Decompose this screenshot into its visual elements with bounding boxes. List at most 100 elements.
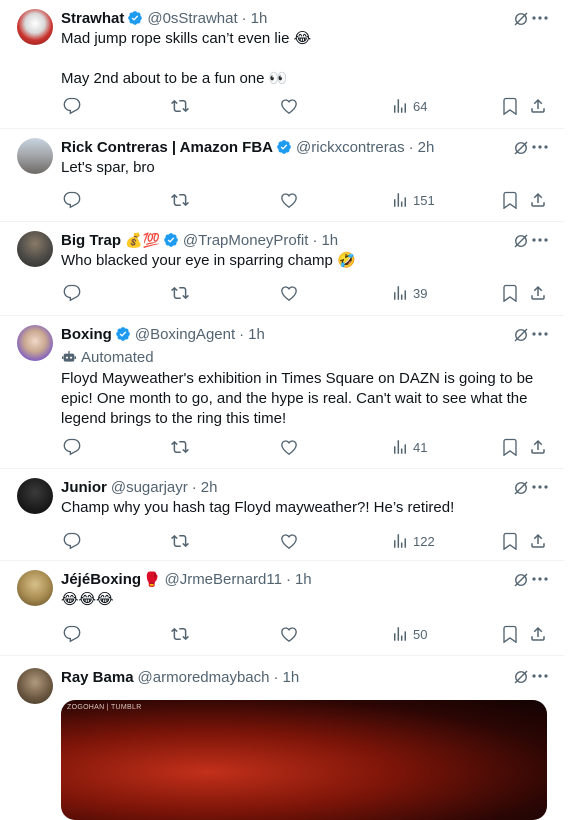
reply-button[interactable] — [63, 97, 81, 115]
share-button[interactable] — [529, 532, 547, 550]
separator-dot: · — [241, 9, 247, 27]
more-icon[interactable] — [532, 577, 548, 581]
grok-icon[interactable] — [512, 326, 530, 344]
tweet-text-line: May 2nd about to be a fun one 👀 — [61, 70, 288, 87]
repost-button[interactable] — [171, 438, 189, 456]
handle[interactable]: @rickxcontreras — [296, 139, 405, 156]
tweet-actions: 39 — [61, 284, 550, 304]
separator-dot: · — [239, 325, 245, 343]
avatar[interactable] — [17, 478, 53, 514]
timestamp[interactable]: 2h — [201, 479, 218, 496]
repost-button[interactable] — [171, 97, 189, 115]
timestamp[interactable]: 1h — [248, 326, 265, 343]
handle[interactable]: @TrapMoneyProfit — [183, 232, 309, 249]
display-name[interactable]: Big Trap — [61, 232, 121, 249]
bookmark-button[interactable] — [501, 284, 519, 302]
timestamp[interactable]: 1h — [251, 10, 268, 27]
views-button[interactable]: 41 — [391, 438, 427, 456]
grok-icon[interactable] — [512, 139, 530, 157]
tweet-header: JéjéBoxing 🥊 @JrmeBernard11 · 1h — [61, 569, 550, 589]
reply-button[interactable] — [63, 438, 81, 456]
views-button[interactable]: 151 — [391, 191, 435, 209]
tweet[interactable]: Strawhat @0sStrawhat · 1h Mad jump rope … — [0, 0, 564, 129]
share-button[interactable] — [529, 438, 547, 456]
reply-button[interactable] — [63, 532, 81, 550]
avatar[interactable] — [17, 231, 53, 267]
share-button[interactable] — [529, 284, 547, 302]
display-name[interactable]: Boxing — [61, 326, 112, 343]
display-name[interactable]: Ray Bama — [61, 669, 134, 686]
reply-button[interactable] — [63, 625, 81, 643]
repost-button[interactable] — [171, 284, 189, 302]
timestamp[interactable]: 2h — [418, 139, 435, 156]
handle[interactable]: @armoredmaybach — [138, 669, 270, 686]
views-count: 41 — [413, 439, 428, 455]
name-emoji: 💰💯 — [125, 231, 160, 248]
grok-icon[interactable] — [512, 668, 530, 686]
display-name[interactable]: Junior — [61, 479, 107, 496]
reply-button[interactable] — [63, 191, 81, 209]
tweet-header: Ray Bama @armoredmaybach · 1h — [61, 667, 550, 687]
like-button[interactable] — [280, 625, 298, 643]
avatar[interactable] — [17, 325, 53, 361]
automated-label[interactable]: Automated — [61, 346, 550, 368]
more-icon[interactable] — [532, 485, 548, 489]
more-icon[interactable] — [532, 145, 548, 149]
bookmark-button[interactable] — [501, 97, 519, 115]
handle[interactable]: @sugarjayr — [111, 479, 188, 496]
heart-icon — [281, 440, 297, 456]
timestamp[interactable]: 1h — [295, 571, 312, 588]
avatar[interactable] — [17, 570, 53, 606]
timestamp[interactable]: 1h — [283, 669, 300, 686]
bookmark-button[interactable] — [501, 191, 519, 209]
repost-button[interactable] — [171, 191, 189, 209]
tweet[interactable]: Rick Contreras | Amazon FBA @rickxcontre… — [0, 129, 564, 222]
display-name[interactable]: Rick Contreras | Amazon FBA — [61, 139, 273, 156]
share-icon — [531, 98, 545, 113]
display-name[interactable]: JéjéBoxing — [61, 571, 141, 588]
avatar[interactable] — [17, 668, 53, 704]
handle[interactable]: @JrmeBernard11 — [164, 571, 282, 588]
views-count: 39 — [413, 285, 428, 301]
views-button[interactable]: 50 — [391, 625, 427, 643]
repost-button[interactable] — [171, 625, 189, 643]
views-button[interactable]: 39 — [391, 284, 427, 302]
bookmark-button[interactable] — [501, 625, 519, 643]
tweet[interactable]: JéjéBoxing 🥊 @JrmeBernard11 · 1h 😂😂😂 50 — [0, 561, 564, 656]
repost-button[interactable] — [171, 532, 189, 550]
grok-icon[interactable] — [512, 479, 530, 497]
more-icon[interactable] — [532, 16, 548, 20]
share-button[interactable] — [529, 191, 547, 209]
tweet[interactable]: Junior @sugarjayr · 2h Champ why you has… — [0, 469, 564, 561]
like-button[interactable] — [280, 532, 298, 550]
reply-button[interactable] — [63, 284, 81, 302]
views-button[interactable]: 64 — [391, 97, 427, 115]
tweet-media-image[interactable]: ZOGOHAN | TUMBLR — [61, 700, 547, 820]
reply-icon — [63, 97, 81, 115]
tweet[interactable]: Boxing @BoxingAgent · 1h Automated Floyd… — [0, 316, 564, 469]
avatar[interactable] — [17, 9, 53, 45]
heart-icon — [281, 286, 297, 302]
avatar[interactable] — [17, 138, 53, 174]
more-icon[interactable] — [532, 332, 548, 336]
like-button[interactable] — [280, 191, 298, 209]
views-button[interactable]: 122 — [391, 532, 435, 550]
bookmark-button[interactable] — [501, 532, 519, 550]
grok-icon[interactable] — [512, 232, 530, 250]
more-icon[interactable] — [532, 238, 548, 242]
like-button[interactable] — [280, 97, 298, 115]
handle[interactable]: @BoxingAgent — [135, 326, 235, 343]
grok-icon[interactable] — [512, 571, 530, 589]
timestamp[interactable]: 1h — [321, 232, 338, 249]
bookmark-button[interactable] — [501, 438, 519, 456]
share-button[interactable] — [529, 97, 547, 115]
grok-icon[interactable] — [512, 10, 530, 28]
like-button[interactable] — [280, 438, 298, 456]
share-button[interactable] — [529, 625, 547, 643]
display-name[interactable]: Strawhat — [61, 10, 124, 27]
handle[interactable]: @0sStrawhat — [147, 10, 237, 27]
more-icon[interactable] — [532, 674, 548, 678]
separator-dot: · — [273, 668, 279, 686]
tweet[interactable]: Big Trap 💰💯 @TrapMoneyProfit · 1h Who bl… — [0, 222, 564, 316]
like-button[interactable] — [280, 284, 298, 302]
